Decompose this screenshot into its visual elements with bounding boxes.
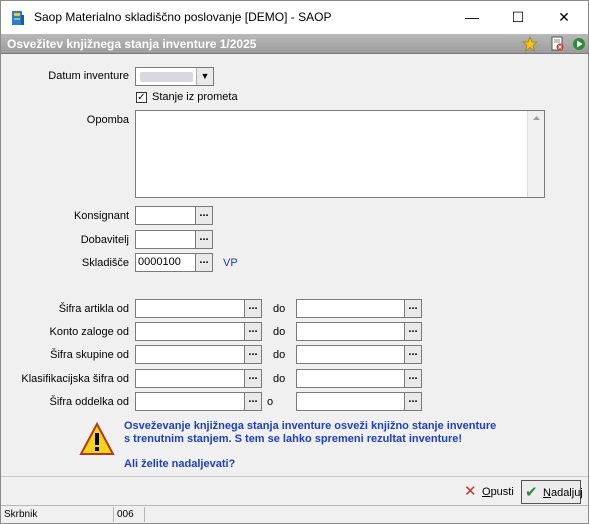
range-from-lookup-button[interactable]: ... xyxy=(244,345,262,364)
range-from-lookup-button[interactable]: ... xyxy=(244,369,262,388)
dobavitelj-lookup-button[interactable]: ... xyxy=(195,230,213,249)
continue-button-label: Nadaljuj xyxy=(543,487,583,499)
datum-inventure-select[interactable]: ▼ xyxy=(135,67,214,86)
datum-value xyxy=(140,72,193,82)
warning-line-1: Osveževanje knjižnega stanja inventure o… xyxy=(124,420,497,432)
range-to-input[interactable] xyxy=(296,369,404,388)
memo-scrollbar[interactable] xyxy=(527,111,544,197)
range-from-input[interactable] xyxy=(135,299,244,318)
dobavitelj-input[interactable] xyxy=(135,230,195,249)
range-to-label: do xyxy=(273,326,286,338)
continue-button[interactable]: ✔ Nadaljuj xyxy=(521,480,583,504)
range-to-lookup-button[interactable]: ... xyxy=(404,345,422,364)
chevron-down-icon[interactable]: ▼ xyxy=(196,68,213,85)
window-title: Saop Materialno skladiščno poslovanje [D… xyxy=(34,10,332,24)
range-from-input[interactable] xyxy=(135,369,244,388)
close-window-button[interactable]: ✕ xyxy=(541,1,587,34)
document-close-icon[interactable] xyxy=(549,36,565,52)
skladisce-code: VP xyxy=(223,257,238,269)
cancel-x-icon: ✕ xyxy=(464,483,477,500)
range-to-input[interactable] xyxy=(296,392,404,411)
status-code: 006 xyxy=(114,507,145,522)
range-from-lookup-button[interactable]: ... xyxy=(244,392,262,411)
range-to-lookup-button[interactable]: ... xyxy=(404,392,422,411)
range-from-lookup-button[interactable]: ... xyxy=(244,299,262,318)
range-label: Šifra oddelka od xyxy=(49,396,130,408)
range-to-input[interactable] xyxy=(296,299,404,318)
range-to-lookup-button[interactable]: ... xyxy=(404,369,422,388)
warning-message: Osveževanje knjižnega stanja inventure o… xyxy=(124,420,496,446)
confirm-question: Ali želite nadaljevati? xyxy=(124,458,236,470)
skladisce-input[interactable]: 0000100 xyxy=(135,253,195,272)
stanje-iz-prometa-checkbox[interactable]: ✓ xyxy=(136,92,147,103)
dobavitelj-label: Dobavitelj xyxy=(80,234,129,246)
form-header: Osvežitev knjižnega stanja inventure 1/2… xyxy=(1,34,588,54)
app-logo-icon xyxy=(12,11,24,25)
range-to-lookup-button[interactable]: ... xyxy=(404,322,422,341)
status-user: Skrbnik xyxy=(1,507,114,522)
title-bar: Saop Materialno skladiščno poslovanje [D… xyxy=(1,1,588,34)
form-title: Osvežitev knjižnega stanja inventure 1/2… xyxy=(7,37,257,51)
stanje-iz-prometa-label: Stanje iz prometa xyxy=(152,91,238,103)
range-label: Šifra skupine od xyxy=(50,349,129,361)
range-to-input[interactable] xyxy=(296,322,404,341)
opomba-textarea[interactable] xyxy=(135,110,545,198)
minimize-button[interactable]: — xyxy=(449,1,495,34)
range-label: Konto zaloge od xyxy=(49,326,129,338)
range-label: Klasifikacijska šifra od xyxy=(21,373,129,385)
divider xyxy=(1,476,588,477)
run-icon[interactable] xyxy=(571,36,587,52)
star-icon[interactable] xyxy=(522,36,538,52)
range-from-input[interactable] xyxy=(135,392,244,411)
skladisce-lookup-button[interactable]: ... xyxy=(195,253,213,272)
opomba-label: Opomba xyxy=(86,114,129,126)
skladisce-label: Skladišče xyxy=(81,257,129,269)
range-to-label: do xyxy=(273,303,286,315)
range-from-input[interactable] xyxy=(135,322,244,341)
status-empty xyxy=(145,507,588,522)
maximize-button[interactable]: ☐ xyxy=(495,1,541,34)
range-from-lookup-button[interactable]: ... xyxy=(244,322,262,341)
konsignant-lookup-button[interactable]: ... xyxy=(195,206,213,225)
status-bar: Skrbnik 006 xyxy=(1,505,588,523)
datum-label: Datum inventure xyxy=(48,70,129,82)
range-to-label: o xyxy=(267,396,274,408)
scroll-up-icon[interactable] xyxy=(528,111,545,125)
warning-line-2: s trenutnim stanjem. S tem se lahko spre… xyxy=(124,433,463,445)
range-to-label: do xyxy=(273,349,286,361)
range-to-label: do xyxy=(273,373,286,385)
cancel-button[interactable]: ✕ Opusti xyxy=(461,480,519,504)
warning-icon xyxy=(79,422,115,455)
app-window: Saop Materialno skladiščno poslovanje [D… xyxy=(0,0,589,524)
konsignant-label: Konsignant xyxy=(73,210,129,222)
range-label: Šifra artikla od xyxy=(58,303,129,315)
konsignant-input[interactable] xyxy=(135,206,195,225)
range-to-lookup-button[interactable]: ... xyxy=(404,299,422,318)
range-from-input[interactable] xyxy=(135,345,244,364)
cancel-button-label: Opusti xyxy=(482,486,514,498)
checkmark-icon: ✔ xyxy=(525,484,538,501)
range-to-input[interactable] xyxy=(296,345,404,364)
